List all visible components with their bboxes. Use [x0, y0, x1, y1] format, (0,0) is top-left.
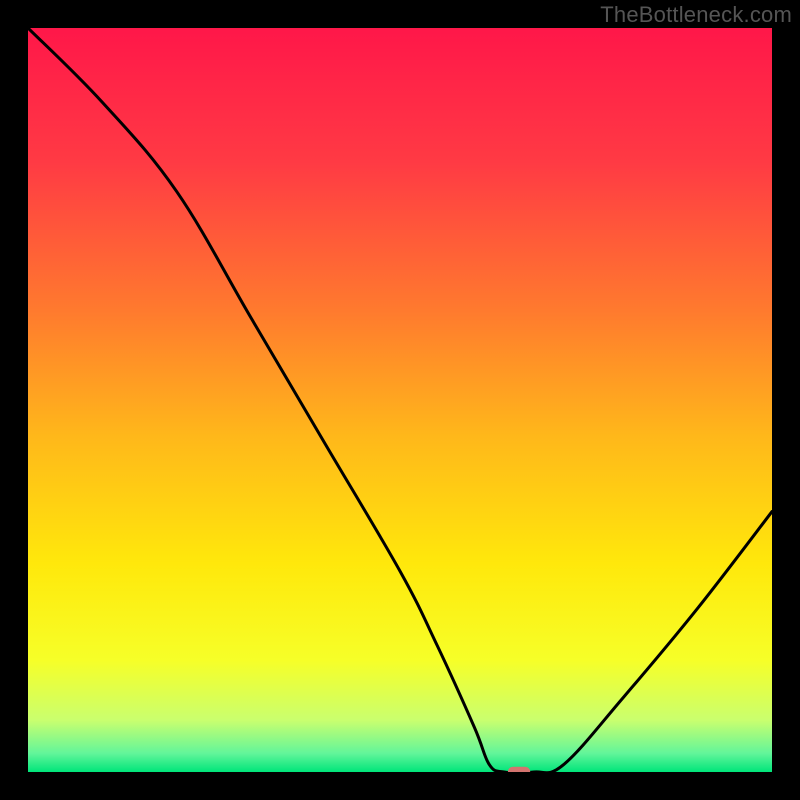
watermark-label: TheBottleneck.com [600, 2, 792, 28]
chart-background [28, 28, 772, 772]
chart-marker [508, 767, 530, 772]
chart-svg [28, 28, 772, 772]
chart-plot-area [28, 28, 772, 772]
chart-frame: TheBottleneck.com [0, 0, 800, 800]
